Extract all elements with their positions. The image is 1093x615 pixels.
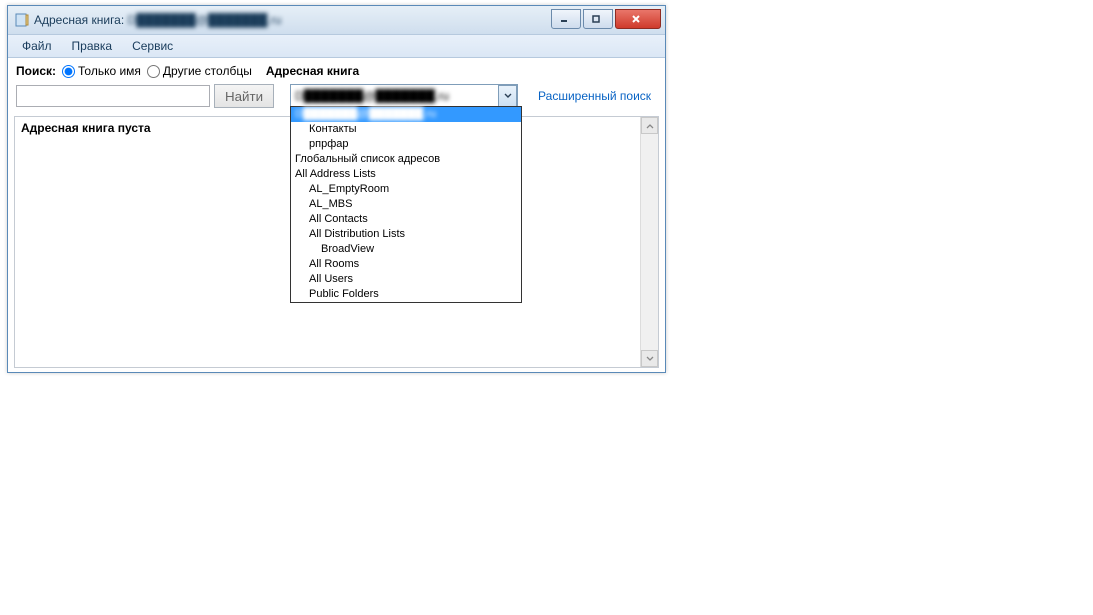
chevron-down-icon — [504, 93, 512, 99]
dd-rprfar[interactable]: рпрфар — [291, 137, 521, 152]
dd-all-address-lists[interactable]: All Address Lists — [291, 167, 521, 182]
radio-other-columns-label: Другие столбцы — [163, 64, 252, 78]
window-controls — [551, 9, 661, 29]
title-prefix: Адресная книга: — [34, 13, 128, 27]
search-label: Поиск: — [16, 64, 56, 78]
dd-broadview[interactable]: BroadView — [291, 242, 521, 257]
radio-name-only-input[interactable] — [62, 65, 75, 78]
search-toolbar-row2: Найти D███████@███████.ru D███████@█████… — [8, 82, 665, 114]
dd-contacts[interactable]: Контакты — [291, 122, 521, 137]
titlebar: Адресная книга: D███████@███████.ru — [8, 6, 665, 35]
scroll-down-button[interactable] — [641, 350, 658, 367]
dd-all-distribution-lists[interactable]: All Distribution Lists — [291, 227, 521, 242]
dd-all-contacts[interactable]: All Contacts — [291, 212, 521, 227]
window-title: Адресная книга: D███████@███████.ru — [34, 13, 551, 27]
empty-message: Адресная книга пуста — [21, 121, 151, 135]
advanced-search-link[interactable]: Расширенный поиск — [538, 89, 651, 103]
radio-other-columns-input[interactable] — [147, 65, 160, 78]
address-book-dropdown: D███████@███████.ru Контакты рпрфар Глоб… — [290, 106, 522, 303]
menu-file[interactable]: Файл — [12, 37, 62, 55]
menu-edit[interactable]: Правка — [62, 37, 123, 55]
menubar: Файл Правка Сервис — [8, 35, 665, 58]
search-input[interactable] — [16, 85, 210, 107]
address-book-icon — [14, 12, 30, 28]
combo-value: D███████@███████.ru — [295, 89, 498, 103]
menu-tools[interactable]: Сервис — [122, 37, 183, 55]
dd-all-users[interactable]: All Users — [291, 272, 521, 287]
dd-public-folders[interactable]: Public Folders — [291, 287, 521, 302]
chevron-up-icon — [646, 123, 654, 129]
dd-all-rooms[interactable]: All Rooms — [291, 257, 521, 272]
combo-dropdown-button[interactable] — [498, 85, 517, 107]
dd-al-mbs[interactable]: AL_MBS — [291, 197, 521, 212]
close-button[interactable] — [615, 9, 661, 29]
vertical-scrollbar[interactable] — [640, 117, 658, 367]
scroll-up-button[interactable] — [641, 117, 658, 134]
address-book-combo-wrap: D███████@███████.ru D███████@███████.ru … — [290, 84, 518, 108]
address-book-window: Адресная книга: D███████@███████.ru Файл… — [7, 5, 666, 373]
maximize-button[interactable] — [583, 9, 613, 29]
dd-global-address-list[interactable]: Глобальный список адресов — [291, 152, 521, 167]
radio-name-only[interactable]: Только имя — [62, 64, 141, 78]
chevron-down-icon — [646, 356, 654, 362]
radio-other-columns[interactable]: Другие столбцы — [147, 64, 252, 78]
dd-al-emptyroom[interactable]: AL_EmptyRoom — [291, 182, 521, 197]
address-book-combo[interactable]: D███████@███████.ru — [290, 84, 518, 108]
minimize-button[interactable] — [551, 9, 581, 29]
radio-name-only-label: Только имя — [78, 64, 141, 78]
find-button[interactable]: Найти — [214, 84, 274, 108]
address-book-label: Адресная книга — [266, 64, 359, 78]
dd-selected-account[interactable]: D███████@███████.ru — [291, 107, 521, 122]
title-email: D███████@███████.ru — [128, 13, 282, 27]
search-toolbar-row1: Поиск: Только имя Другие столбцы Адресна… — [8, 58, 665, 82]
